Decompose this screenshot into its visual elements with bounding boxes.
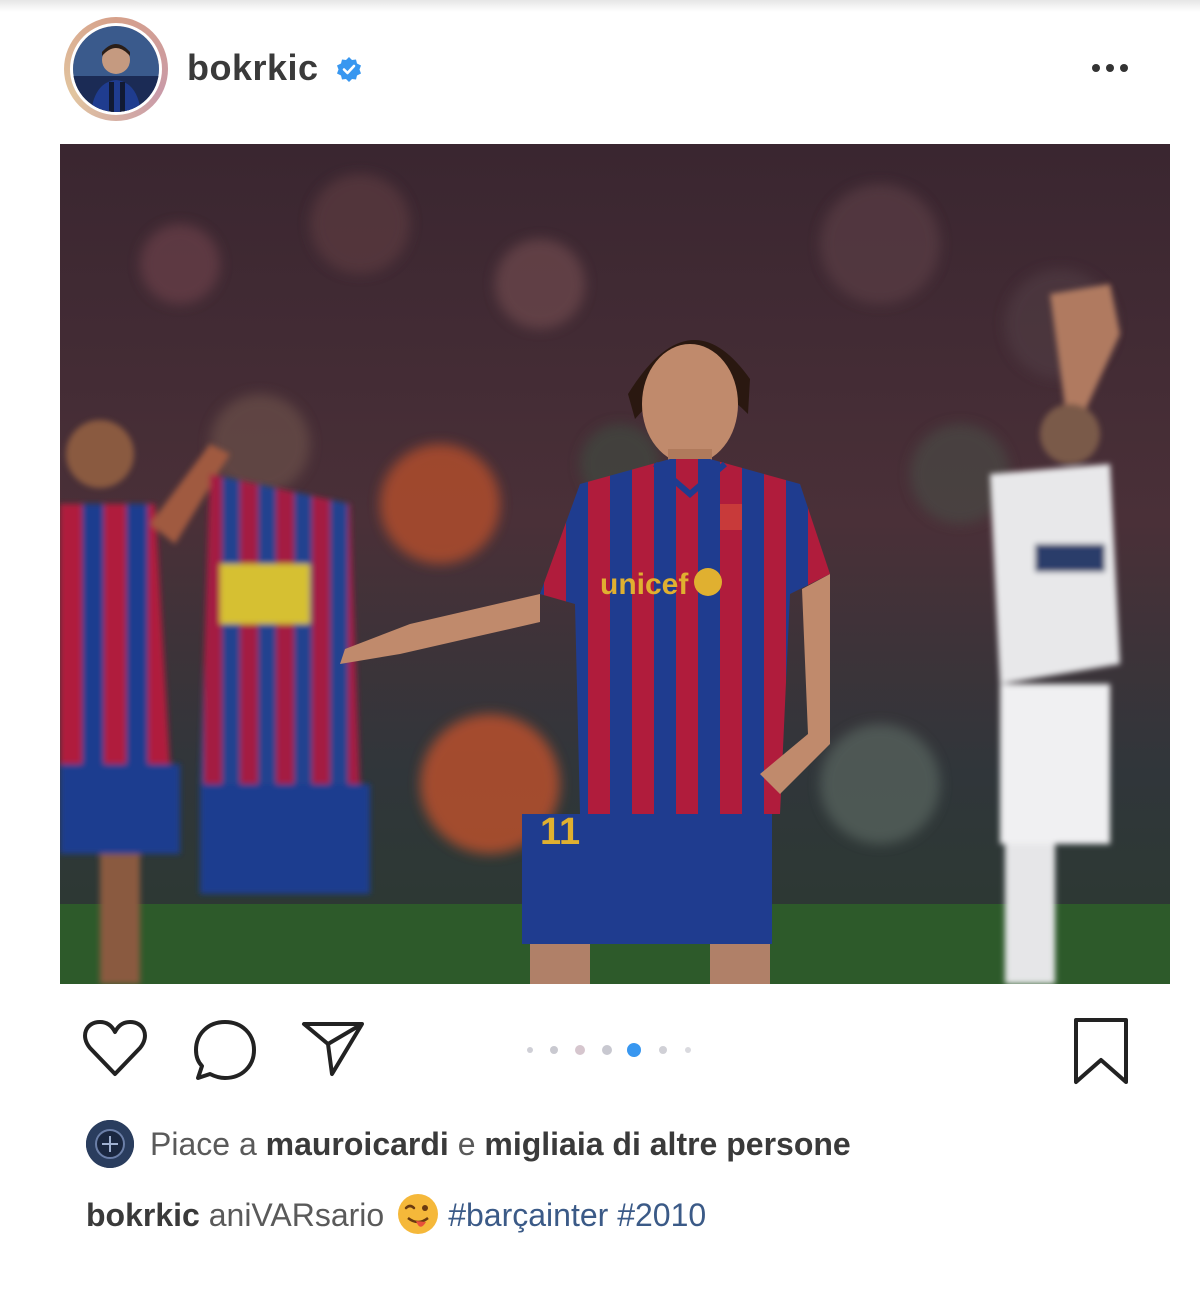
post-header: bokrkic [0,0,1200,140]
winking-tongue-face-emoji [398,1194,439,1234]
likes-text: Piace a mauroicardi e migliaia di altre … [150,1126,851,1163]
carousel-dot [602,1045,612,1055]
carousel-dot [550,1046,558,1054]
carousel-dot-active [627,1043,641,1057]
liker-avatar[interactable] [86,1120,134,1168]
hashtag-barcainter[interactable]: #barçainter [448,1197,608,1233]
hashtag-2010[interactable]: #2010 [617,1197,706,1233]
carousel-dot [685,1047,691,1053]
likes-prefix: Piace a [150,1126,257,1162]
liker-username[interactable]: mauroicardi [266,1126,449,1162]
caption-text: aniVARsario [208,1197,385,1233]
more-options-icon[interactable] [1086,58,1134,78]
heart-icon[interactable] [82,1018,148,1078]
send-icon[interactable] [300,1020,366,1078]
carousel-dot [575,1045,585,1055]
likes-others[interactable]: migliaia di altre persone [484,1126,850,1162]
svg-text:11: 11 [540,811,580,853]
post-photo[interactable]: unicef 11 [60,144,1170,984]
post-caption: bokrkic aniVARsario #barçainter #2010 [86,1192,1136,1242]
post-username[interactable]: bokrkic [187,47,319,89]
likes-conjunction: e [457,1126,476,1162]
carousel-dot [659,1046,667,1054]
verified-badge-icon [337,57,361,82]
svg-text:unicef: unicef [600,568,689,601]
likes-row: Piace a mauroicardi e migliaia di altre … [86,1120,1136,1170]
caption-username[interactable]: bokrkic [86,1197,200,1233]
comment-icon[interactable] [192,1018,258,1082]
carousel-indicator [527,1043,691,1057]
bookmark-icon[interactable] [1070,1016,1132,1086]
carousel-dot [527,1047,533,1053]
avatar-image [70,23,162,115]
profile-avatar[interactable] [64,17,168,121]
